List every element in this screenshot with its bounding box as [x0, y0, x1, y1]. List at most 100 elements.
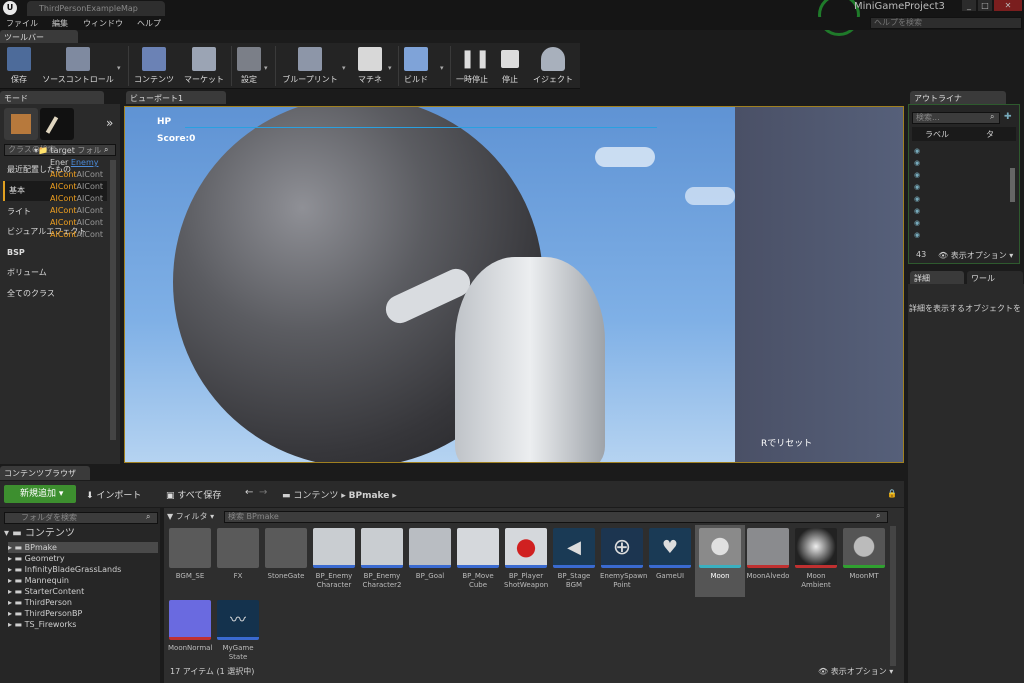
asset-tile[interactable]: ◀ BP_Stage BGM [552, 528, 596, 590]
import-button[interactable]: ⬇ インポート [86, 488, 141, 501]
save-icon: ▣ [166, 491, 178, 501]
details-tab[interactable]: 詳細 [910, 271, 964, 284]
document-tab[interactable]: ThirdPersonExampleMap [27, 1, 165, 16]
menu-window[interactable]: ウィンドウ [83, 17, 123, 30]
outliner-view-options[interactable]: 👁 表示オプション ▾ [938, 250, 1013, 261]
source-control-dropdown[interactable]: ▾ [117, 64, 121, 72]
content-button[interactable]: コンテンツ [132, 45, 176, 87]
matinee-button[interactable]: マチネ [352, 45, 388, 87]
menu-help[interactable]: ヘルプ [137, 17, 161, 30]
folder-item[interactable]: ▸ ▬ ThirdPerson [8, 597, 158, 608]
world-settings-tab[interactable]: ワール [967, 271, 1023, 284]
column-type[interactable]: タ [986, 129, 994, 140]
details-hint: 詳細を表示するオブジェクトを [909, 304, 1021, 313]
modes-tab[interactable]: モード [0, 91, 104, 104]
column-label[interactable]: ラベル [925, 129, 949, 140]
menu-file[interactable]: ファイル [6, 17, 38, 30]
marketplace-button[interactable]: マーケット [180, 45, 228, 87]
save-button[interactable]: 保存 [4, 45, 34, 87]
asset-tile[interactable]: BP_Enemy Character [312, 528, 356, 590]
folder-item[interactable]: ▸ ▬ ThirdPersonBP [8, 608, 158, 619]
asset-search-input[interactable]: 検索 BPmake [224, 511, 888, 523]
asset-tile[interactable]: StoneGate [264, 528, 308, 581]
folder-item[interactable]: ▸ ▬ TS_Fireworks [8, 619, 158, 630]
outliner-row[interactable]: AIContAICont [4, 217, 108, 229]
matinee-dropdown[interactable]: ▾ [388, 64, 392, 72]
source-control-button[interactable]: ソースコントロール [38, 45, 118, 87]
eject-button[interactable]: イジェクト [530, 45, 576, 87]
asset-tile[interactable]: MoonMT [842, 528, 886, 581]
folder-item[interactable]: ▸ ▬ Mannequin [8, 575, 158, 586]
folder-item[interactable]: ▸ ▬ BPmake [8, 542, 158, 553]
paint-mode-icon[interactable] [40, 108, 74, 140]
folder-item[interactable]: ▸ ▬ InfinityBladeGrassLands [8, 564, 158, 575]
folder-search-input[interactable]: フォルダを検索 [4, 512, 158, 524]
asset-tile[interactable]: Moon Ambient [794, 528, 838, 590]
mode-item-bsp[interactable]: BSP [3, 243, 107, 263]
asset-tile[interactable]: ⊕ EnemySpawn Point [600, 528, 647, 590]
add-new-button[interactable]: 新規追加 ▾ [4, 485, 76, 503]
close-icon[interactable]: ✕ [994, 0, 1022, 11]
asset-tile[interactable]: 〰 MyGame State [216, 600, 260, 662]
breadcrumb-bpmake[interactable]: BPmake [349, 491, 390, 501]
asset-tile[interactable]: MoonAlvedo [746, 528, 790, 581]
outliner-row[interactable]: AIContAICont [4, 193, 108, 205]
save-all-button[interactable]: ▣ すべて保存 [166, 488, 221, 501]
build-button[interactable]: ビルド [402, 45, 430, 87]
viewport[interactable]: HP Score:0 Rでリセット [124, 106, 904, 463]
expand-icon[interactable]: » [106, 116, 113, 130]
toolbar-tab[interactable]: ツールバー [0, 30, 78, 43]
outliner-search-input[interactable]: 検索... [912, 112, 1000, 124]
help-search-input[interactable]: ヘルプを検索 [870, 17, 1022, 29]
outliner-row[interactable]: AIContAICont [4, 229, 108, 241]
blueprints-dropdown[interactable]: ▾ [342, 64, 346, 72]
outliner-row[interactable]: AIContAICont [4, 205, 108, 217]
outliner-scrollbar[interactable] [1010, 168, 1015, 202]
modes-scrollbar[interactable] [110, 160, 116, 440]
visibility-eye-icon[interactable]: ◉ ◉ ◉ ◉ ◉ ◉ ◉ ◉ [914, 145, 922, 241]
filter-button[interactable]: ▼ フィルタ ▾ [167, 511, 214, 522]
stop-button[interactable]: 停止 [496, 45, 524, 87]
outliner-tab[interactable]: アウトライナ [910, 91, 1006, 104]
asset-tile[interactable]: MoonNormal [168, 600, 212, 653]
mode-item-all-classes[interactable]: 全てのクラス [3, 284, 107, 304]
settings-dropdown[interactable]: ▾ [264, 64, 268, 72]
asset-tile[interactable]: ♥ GameUI [648, 528, 692, 581]
menu-edit[interactable]: 編集 [52, 17, 68, 30]
eject-icon [541, 47, 565, 71]
asset-tile-selected[interactable]: Moon [698, 528, 742, 581]
pause-button[interactable]: ❚❚ 一時停止 [454, 45, 490, 87]
mode-item-volumes[interactable]: ボリューム [3, 263, 107, 283]
breadcrumb-content[interactable]: コンテンツ [293, 491, 338, 501]
forward-icon[interactable]: → [259, 487, 267, 498]
outliner-row[interactable]: ▾📁 target フォル [4, 145, 108, 157]
asset-tile[interactable]: BP_Move Cube [456, 528, 500, 590]
viewport-tab[interactable]: ビューポート1 [126, 91, 226, 104]
lock-icon[interactable]: 🔒 [887, 489, 897, 498]
content-browser-tab[interactable]: コンテンツブラウザ [0, 466, 90, 480]
place-mode-icon[interactable] [4, 108, 38, 140]
content-icon [142, 47, 166, 71]
folder-item[interactable]: ▸ ▬ Geometry [8, 553, 158, 564]
breadcrumb: ▬ コンテンツ ▸ BPmake ▸ [282, 491, 397, 501]
outliner-row[interactable]: AIContAICont [4, 181, 108, 193]
outliner-row[interactable]: Ener Enemy [4, 157, 108, 169]
back-icon[interactable]: ← [245, 487, 253, 498]
blueprints-button[interactable]: ブループリント [279, 45, 341, 87]
blueprint-thumbnail [361, 528, 403, 568]
asset-scrollbar[interactable] [890, 526, 896, 666]
asset-tile[interactable]: BP_Player ShotWeapon [504, 528, 548, 590]
folder-item[interactable]: ▸ ▬ StarterContent [8, 586, 158, 597]
asset-tile[interactable]: FX [216, 528, 260, 581]
build-dropdown[interactable]: ▾ [440, 64, 444, 72]
asset-tile[interactable]: BGM_SE [168, 528, 212, 581]
maximize-icon[interactable]: □ [978, 0, 992, 11]
folder-root[interactable]: ▾ ▬ コンテンツ [4, 528, 154, 541]
asset-tile[interactable]: BP_Goal [408, 528, 452, 581]
settings-button[interactable]: 設定 [235, 45, 263, 87]
add-icon[interactable]: ✚ [1004, 112, 1012, 122]
content-view-options[interactable]: 👁 表示オプション ▾ [818, 666, 893, 677]
minimize-icon[interactable]: _ [962, 0, 976, 11]
outliner-row[interactable]: AIContAICont [4, 169, 108, 181]
asset-tile[interactable]: BP_Enemy Character2 [360, 528, 404, 590]
